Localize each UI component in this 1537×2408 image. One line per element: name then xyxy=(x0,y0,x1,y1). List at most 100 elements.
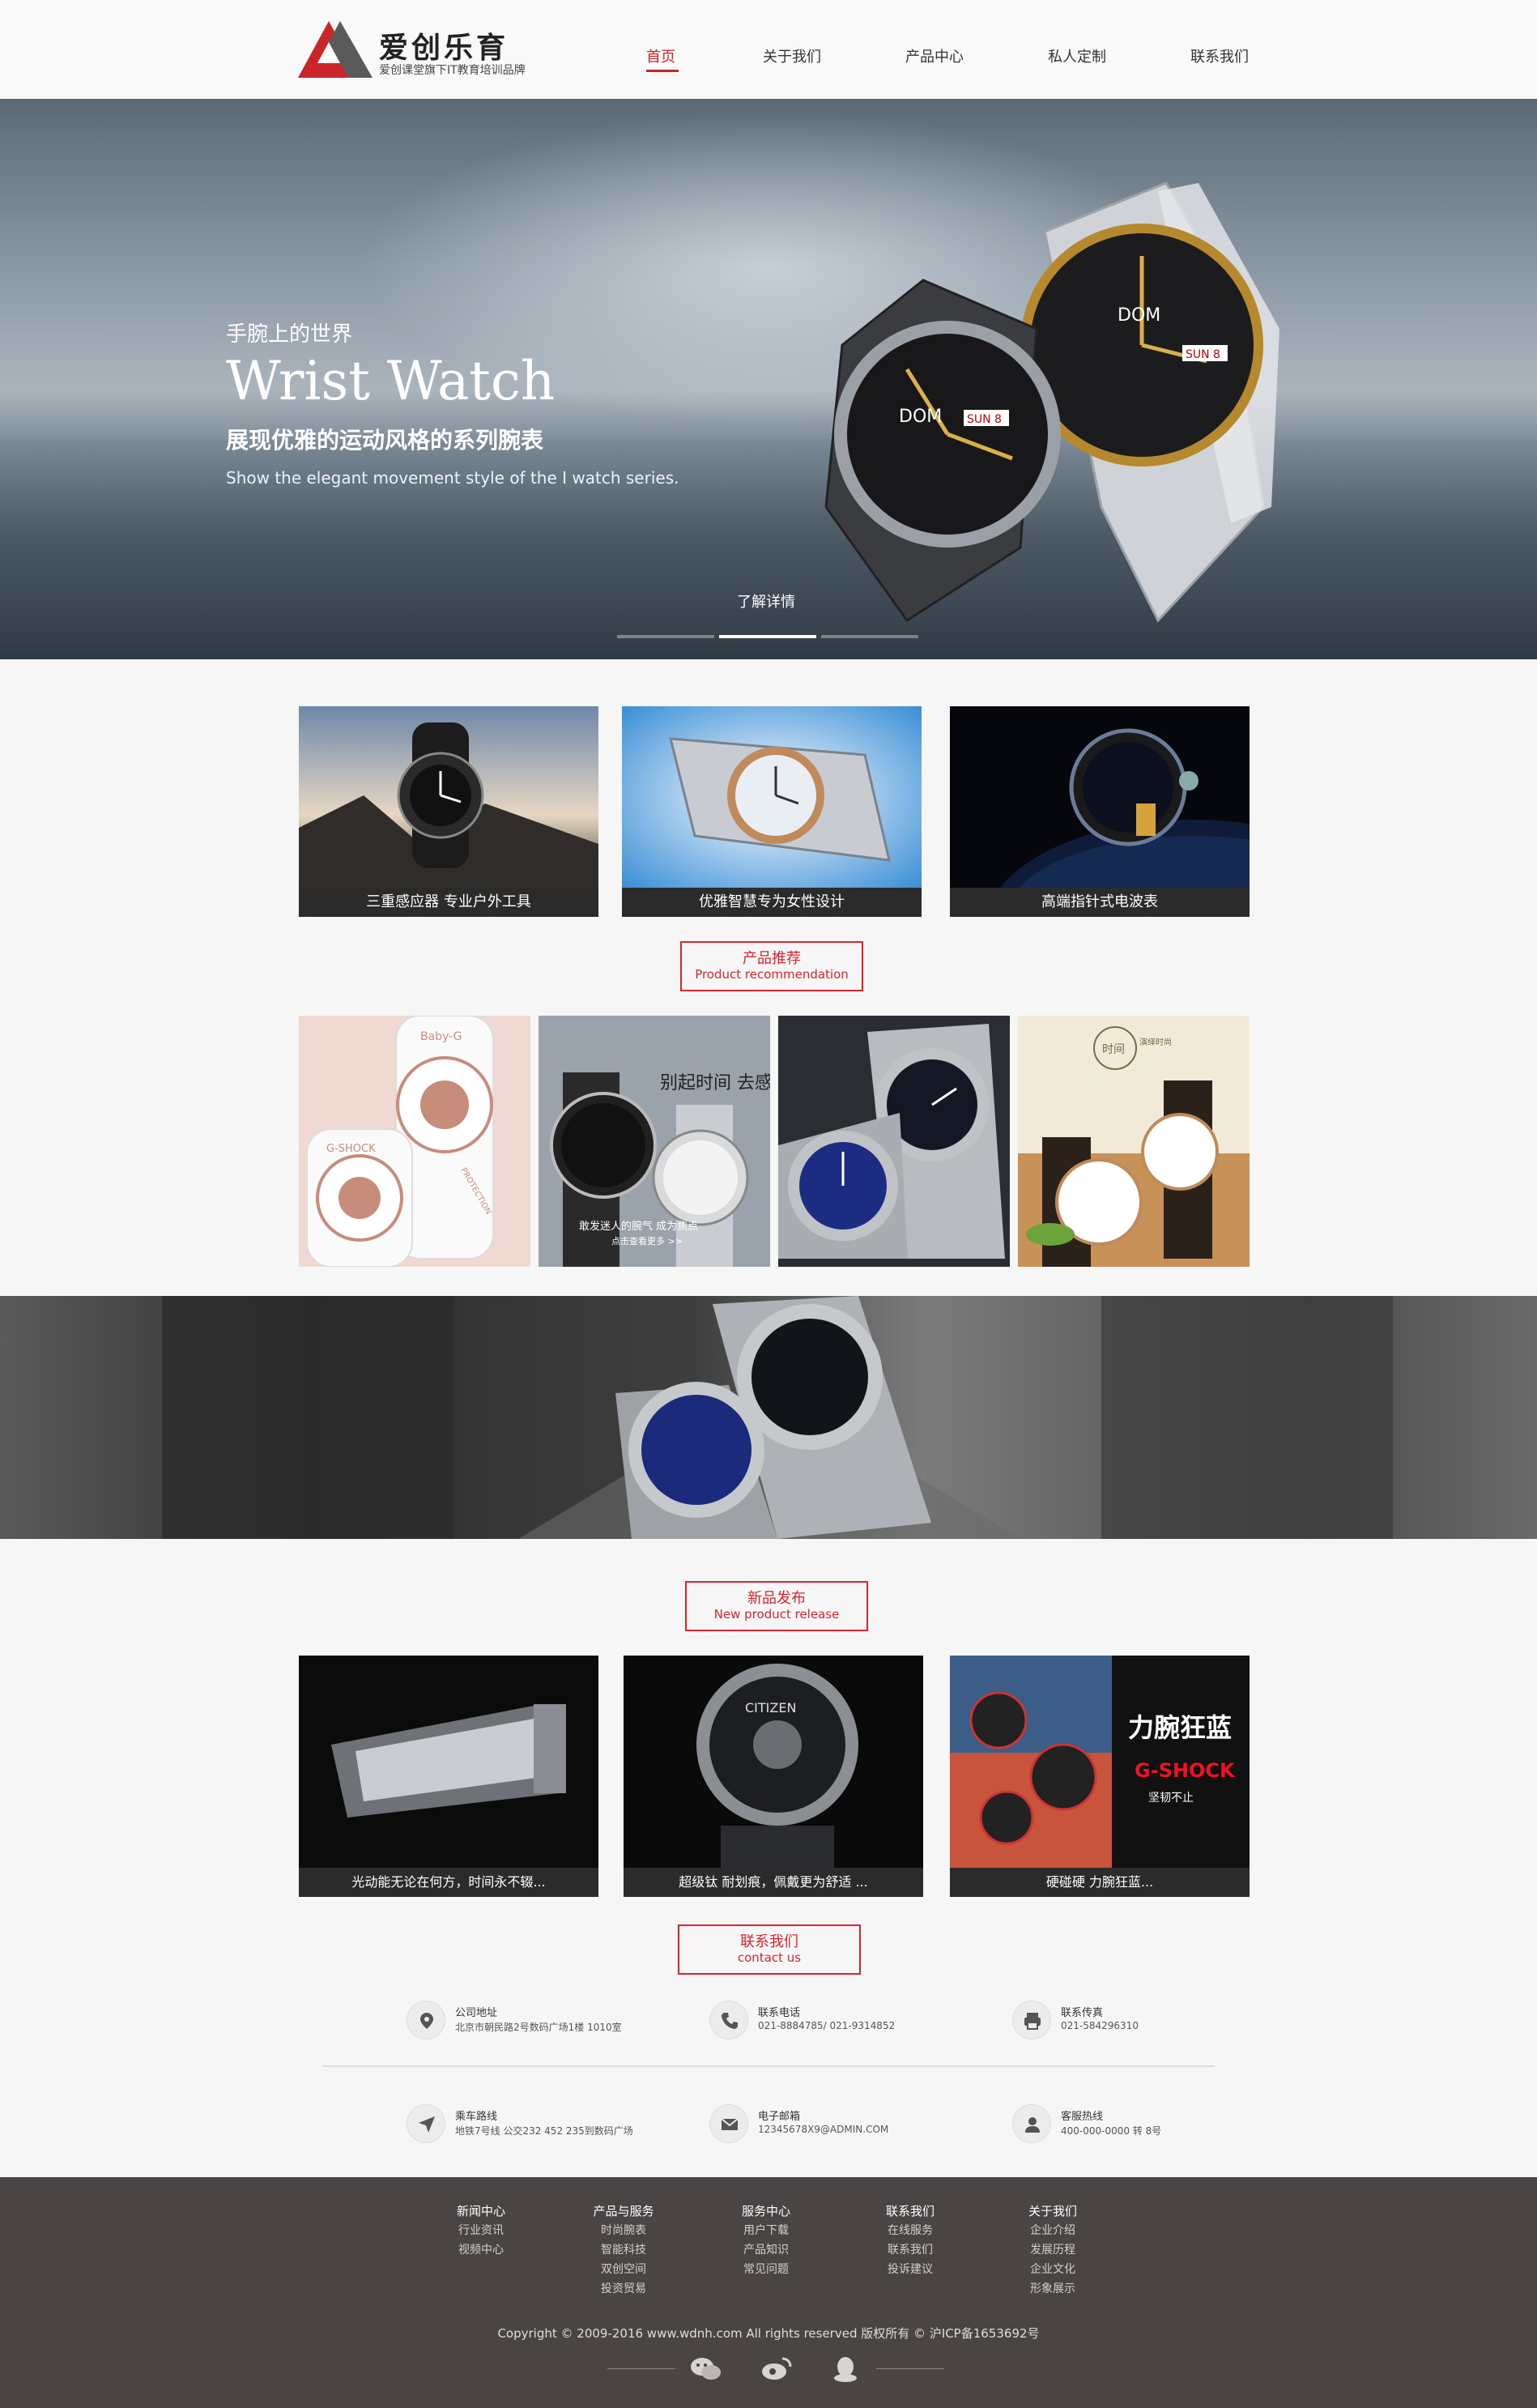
hero-kicker: 手腕上的世界 xyxy=(226,322,353,347)
baby-g-watch-image: Baby-G G-SHOCK PROTECTION xyxy=(299,1016,530,1267)
fax-icon xyxy=(1012,2001,1051,2039)
contact-value: 021-8884785/ 021-9314852 xyxy=(758,2020,896,2031)
feature-caption: 优雅智慧专为女性设计 xyxy=(622,888,922,917)
contact-title: 联系电话 xyxy=(758,2007,801,2019)
feature-caption: 高端指针式电波表 xyxy=(950,888,1250,917)
hero-details-button[interactable]: 了解详情 xyxy=(717,586,815,619)
release-card[interactable]: 光动能无论在何方，时间永不辍... xyxy=(299,1656,598,1897)
hero-watch-image: DOM SUN 8 DOM SUN 8 xyxy=(824,181,1279,623)
svg-text:点击查看更多 >>: 点击查看更多 >> xyxy=(611,1235,683,1247)
slide-dot-active[interactable] xyxy=(719,635,816,638)
footer-link[interactable]: 智能科技 xyxy=(575,2240,672,2260)
nav-about[interactable]: 关于我们 xyxy=(763,45,821,66)
citizen-watch-image: CITIZEN xyxy=(624,1656,923,1868)
steel-bracelet-image xyxy=(299,1656,598,1868)
black-watch: DOM SUN 8 xyxy=(824,279,1061,623)
watch-banner xyxy=(0,1296,1537,1539)
svg-text:G-SHOCK: G-SHOCK xyxy=(326,1143,376,1155)
footer-link[interactable]: 发展历程 xyxy=(1004,2240,1101,2260)
svg-text:力腕狂蓝: 力腕狂蓝 xyxy=(1128,1712,1232,1743)
radio-watch-image xyxy=(950,706,1250,888)
footer-link[interactable]: 行业资讯 xyxy=(432,2221,530,2240)
release-caption: 硬碰硬 力腕狂蓝... xyxy=(950,1868,1250,1897)
hero-banner: DOM SUN 8 DOM SUN 8 手腕上的世界 Wrist Watch 展… xyxy=(0,99,1537,659)
main-nav: 首页 关于我们 产品中心 私人定制 联系我们 xyxy=(615,45,1263,78)
svg-text:时间: 时间 xyxy=(1102,1043,1125,1056)
product-card[interactable]: 别起时间 去感受 敢发迷人的腕气 成为焦点 点击查看更多 >> xyxy=(539,1016,770,1267)
footer-link[interactable]: 常见问题 xyxy=(717,2260,815,2279)
nav-home[interactable]: 首页 xyxy=(646,45,675,66)
chronograph-pair-image xyxy=(778,1016,1010,1267)
nav-products[interactable]: 产品中心 xyxy=(905,45,964,66)
contact-value: 021-584296310 xyxy=(1061,2020,1139,2031)
logo[interactable]: 爱创乐育 爱创课堂旗下IT教育培训品牌 xyxy=(298,19,541,81)
footer-line xyxy=(876,2368,944,2369)
navigation-arrow-icon xyxy=(407,2104,445,2143)
footer-link[interactable]: 投诉建议 xyxy=(862,2260,959,2279)
section-title-en: New product release xyxy=(713,1607,840,1622)
svg-text:Baby-G: Baby-G xyxy=(420,1030,462,1043)
release-card[interactable]: CITIZEN 超级钛 耐划痕，佩戴更为舒适 ... xyxy=(624,1656,923,1897)
release-caption: 光动能无论在何方，时间永不辍... xyxy=(299,1868,598,1897)
contact-route: 乘车路线 地铁7号线 公交232 452 235到数码广场 xyxy=(407,2103,682,2148)
footer-column-service: 服务中心 用户下载 产品知识 常见问题 xyxy=(717,2201,815,2279)
site-header: 爱创乐育 爱创课堂旗下IT教育培训品牌 首页 关于我们 产品中心 私人定制 联系… xyxy=(0,0,1537,99)
nav-custom[interactable]: 私人定制 xyxy=(1048,45,1106,66)
feature-caption: 三重感应器 专业户外工具 xyxy=(299,888,598,917)
section-tag-products: 产品推荐 Product recommendation xyxy=(680,941,863,991)
footer-link[interactable]: 用户下载 xyxy=(717,2221,815,2240)
footer-heading[interactable]: 联系我们 xyxy=(862,2201,959,2221)
contact-title: 电子邮箱 xyxy=(758,2111,801,2123)
footer-link[interactable]: 联系我们 xyxy=(862,2240,959,2260)
classic-pair-watch-image: 别起时间 去感受 敢发迷人的腕气 成为焦点 点击查看更多 >> xyxy=(539,1016,770,1267)
feature-card[interactable]: 优雅智慧专为女性设计 xyxy=(622,706,922,917)
footer-column-products: 产品与服务 时尚腕表 智能科技 双创空间 投资贸易 xyxy=(575,2201,672,2299)
qq-icon[interactable] xyxy=(829,2355,862,2383)
footer-link[interactable]: 时尚腕表 xyxy=(575,2221,672,2240)
contact-phone: 联系电话 021-8884785/ 021-9314852 xyxy=(709,1999,985,2044)
footer-link[interactable]: 投资贸易 xyxy=(575,2279,672,2299)
contact-hotline: 客服热线 400-000-0000 转 8号 xyxy=(1012,2103,1288,2148)
footer-heading[interactable]: 关于我们 xyxy=(1004,2201,1101,2221)
phone-icon xyxy=(709,2001,748,2039)
leather-watch-image: 时间 演绎时尚 xyxy=(1018,1016,1250,1267)
slide-dot[interactable] xyxy=(617,635,714,638)
slider-indicator xyxy=(617,635,920,640)
footer-link[interactable]: 双创空间 xyxy=(575,2260,672,2279)
section-title-cn: 联系我们 xyxy=(740,1933,798,1950)
weibo-icon[interactable] xyxy=(760,2355,792,2383)
footer-column-news: 新闻中心 行业资讯 视频中心 xyxy=(432,2201,530,2260)
feature-card[interactable]: 高端指针式电波表 xyxy=(950,706,1250,917)
slide-dot[interactable] xyxy=(821,635,918,638)
release-caption: 超级钛 耐划痕，佩戴更为舒适 ... xyxy=(624,1868,923,1897)
footer-link[interactable]: 企业文化 xyxy=(1004,2260,1101,2279)
product-card[interactable]: 时间 演绎时尚 xyxy=(1018,1016,1250,1267)
svg-text:SUN 8: SUN 8 xyxy=(967,413,1002,426)
svg-text:坚韧不止: 坚韧不止 xyxy=(1148,1792,1194,1805)
footer-heading[interactable]: 新闻中心 xyxy=(432,2201,530,2221)
footer-link[interactable]: 形象展示 xyxy=(1004,2279,1101,2299)
outdoor-watch-image xyxy=(299,706,598,888)
logo-title: 爱创乐育 xyxy=(379,32,509,65)
contact-divider xyxy=(322,2065,1215,2067)
user-service-icon xyxy=(1012,2104,1051,2143)
product-headline: 别起时间 去感受 xyxy=(660,1073,770,1093)
footer-line xyxy=(607,2368,675,2369)
product-card[interactable]: Baby-G G-SHOCK PROTECTION xyxy=(299,1016,530,1267)
footer-heading[interactable]: 服务中心 xyxy=(717,2201,815,2221)
location-pin-icon xyxy=(407,2001,445,2039)
silver-watch: DOM SUN 8 xyxy=(1020,181,1279,623)
section-title-cn: 产品推荐 xyxy=(743,950,801,967)
svg-text:敢发迷人的腕气 成为焦点: 敢发迷人的腕气 成为焦点 xyxy=(579,1220,698,1233)
wechat-icon[interactable] xyxy=(690,2355,722,2383)
footer-link[interactable]: 视频中心 xyxy=(432,2240,530,2260)
feature-card[interactable]: 三重感应器 专业户外工具 xyxy=(299,706,598,917)
footer-link[interactable]: 企业介绍 xyxy=(1004,2221,1101,2240)
footer-heading[interactable]: 产品与服务 xyxy=(575,2201,672,2221)
contact-value: 地铁7号线 公交232 452 235到数码广场 xyxy=(455,2125,633,2137)
release-card[interactable]: 力腕狂蓝 G-SHOCK 坚韧不止 硬碰硬 力腕狂蓝... xyxy=(950,1656,1250,1897)
footer-link[interactable]: 在线服务 xyxy=(862,2221,959,2240)
product-card[interactable] xyxy=(778,1016,1010,1267)
nav-contact[interactable]: 联系我们 xyxy=(1190,45,1249,66)
footer-link[interactable]: 产品知识 xyxy=(717,2240,815,2260)
